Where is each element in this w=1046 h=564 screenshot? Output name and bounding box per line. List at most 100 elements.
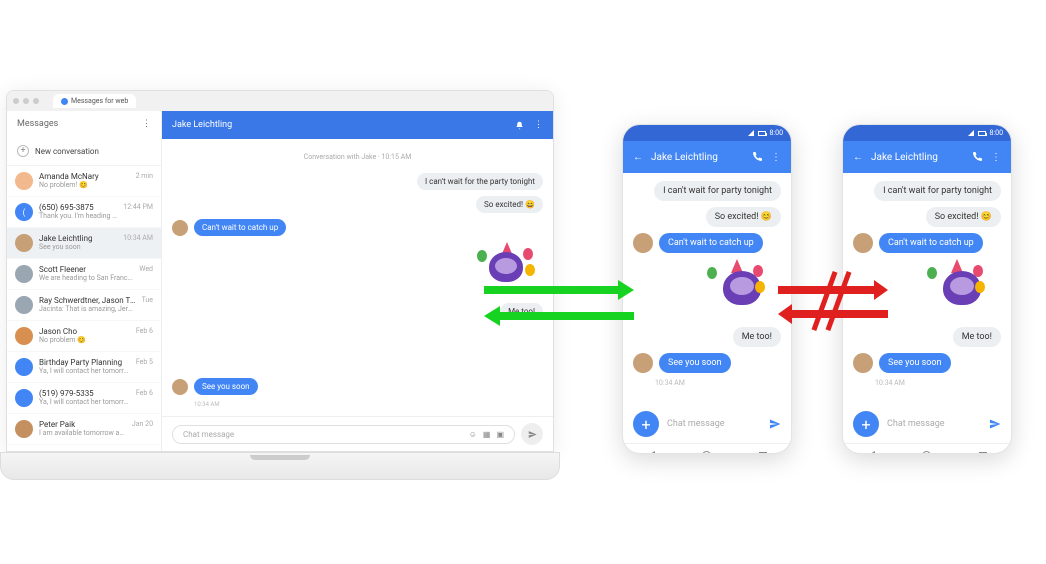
sticker-party-monster xyxy=(923,259,1001,321)
conversation-preview: See you soon xyxy=(39,243,117,251)
attach-button[interactable]: + xyxy=(853,411,879,437)
chat-header: ← Jake Leichtling ⋮ xyxy=(623,141,791,173)
conversation-time: Feb 6 xyxy=(136,327,153,335)
sticker-party-monster xyxy=(703,259,781,321)
send-icon[interactable] xyxy=(989,418,1001,430)
nav-back-icon[interactable] xyxy=(867,451,875,455)
image-icon[interactable]: ▣ xyxy=(496,430,504,439)
nav-back-icon[interactable] xyxy=(647,451,655,455)
conversation-item[interactable]: Peter PaikI am available tomorrow at 7PM… xyxy=(7,414,161,445)
bell-icon[interactable] xyxy=(515,121,524,130)
message-incoming: So excited! 😄 xyxy=(476,196,543,213)
avatar xyxy=(15,234,33,252)
blocked-slash-icon xyxy=(812,271,838,331)
conversation-item[interactable]: Amanda McNaryNo problem! 😊 2 min xyxy=(7,166,161,197)
send-icon[interactable] xyxy=(769,418,781,430)
conversation-name: (650) 695-3875 xyxy=(39,203,117,212)
browser-tab[interactable]: Messages for web xyxy=(53,94,136,108)
browser-tab-bar: Messages for web xyxy=(7,91,553,111)
message-incoming: So excited! 😊 xyxy=(706,207,781,227)
avatar xyxy=(15,172,33,190)
message-incoming: Me too! xyxy=(953,327,1001,347)
signal-icon xyxy=(968,130,974,136)
conversation-name: Jake Leichtling xyxy=(39,234,117,243)
status-time: 8:00 xyxy=(990,129,1004,137)
messages-app: Messages ⋮ + New conversation Amanda McN… xyxy=(7,111,553,451)
more-icon[interactable]: ⋮ xyxy=(991,152,1001,163)
nav-home-icon[interactable] xyxy=(922,451,931,454)
more-icon[interactable]: ⋮ xyxy=(771,152,781,163)
conversation-name: Amanda McNary xyxy=(39,172,130,181)
nav-recent-icon[interactable] xyxy=(759,452,767,455)
conversation-item[interactable]: Birthday Party PlanningYa, I will contac… xyxy=(7,352,161,383)
message-timestamp: 10:34 AM xyxy=(655,379,781,387)
composer-input[interactable]: Chat message xyxy=(887,419,981,429)
attach-button[interactable]: + xyxy=(633,411,659,437)
conversation-item[interactable]: Ray Schwerdtner, Jason TzouJacinta: That… xyxy=(7,290,161,321)
message-composer: + Chat message xyxy=(843,405,1011,443)
phone-device-2: 8:00 ← Jake Leichtling ⋮ I can't wait fo… xyxy=(842,124,1012,454)
gif-icon[interactable]: ▦ xyxy=(483,430,491,439)
conversation-preview: No problem! 😊 xyxy=(39,181,130,189)
nav-home-icon[interactable] xyxy=(702,451,711,454)
tab-favicon-icon xyxy=(61,98,68,105)
send-icon xyxy=(528,430,537,439)
back-icon[interactable]: ← xyxy=(853,152,863,163)
conversation-item[interactable]: Scott FleenerWe are heading to San Franc… xyxy=(7,259,161,290)
avatar xyxy=(853,353,873,373)
nav-recent-icon[interactable] xyxy=(979,452,987,455)
conversation-name: Birthday Party Planning xyxy=(39,358,130,367)
conversation-time: 10:34 AM xyxy=(123,234,153,242)
conversation-name: Scott Fleener xyxy=(39,265,133,274)
conversation-preview: Ya, I will contact her tomorrow :) xyxy=(39,367,130,375)
conversation-time: 2 min xyxy=(136,172,153,180)
message-incoming: I can't wait for party tonight xyxy=(654,181,781,201)
status-bar: 8:00 xyxy=(843,125,1011,141)
avatar xyxy=(633,353,653,373)
conversation-preview: We are heading to San Francisco xyxy=(39,274,133,282)
message-timestamp: 10:34 AM xyxy=(194,401,543,408)
avatar xyxy=(15,265,33,283)
tab-label: Messages for web xyxy=(71,97,128,105)
avatar xyxy=(172,220,188,236)
conversation-name: Peter Paik xyxy=(39,420,126,429)
avatar xyxy=(853,233,873,253)
composer-input[interactable]: Chat message xyxy=(667,419,761,429)
more-icon[interactable]: ⋮ xyxy=(142,119,151,129)
phone-icon[interactable] xyxy=(751,151,763,163)
chat-contact-name: Jake Leichtling xyxy=(651,152,718,163)
conversation-preview: Jacinta: That is amazing, Jeremy xyxy=(39,305,136,313)
message-outgoing: Can't wait to catch up xyxy=(659,233,763,253)
conversation-item[interactable]: Jason ChoNo problem 😊 Feb 6 xyxy=(7,321,161,352)
back-icon[interactable]: ← xyxy=(633,152,643,163)
new-conversation-button[interactable]: + New conversation xyxy=(7,137,161,166)
signal-icon xyxy=(748,130,754,136)
sidebar-title: Messages xyxy=(17,119,58,129)
chat-messages: I can't wait for party tonight So excite… xyxy=(623,173,791,405)
conversation-time: Feb 6 xyxy=(136,389,153,397)
composer-input[interactable]: Chat message ☺ ▦ ▣ xyxy=(172,425,515,444)
message-outgoing: Can't wait to catch up xyxy=(194,219,286,236)
conversation-item[interactable]: 333-33Your security code is: 03103 Jan 1… xyxy=(7,445,161,451)
phone-icon[interactable] xyxy=(971,151,983,163)
avatar xyxy=(15,296,33,314)
conversation-time: Wed xyxy=(139,265,153,273)
conversation-item-active[interactable]: Jake LeichtlingSee you soon 10:34 AM xyxy=(7,228,161,259)
conversation-item[interactable]: (519) 979-5335Ya, I will contact her tom… xyxy=(7,383,161,414)
message-timestamp: 10:34 AM xyxy=(875,379,1001,387)
conversation-preview: No problem 😊 xyxy=(39,336,130,344)
message-outgoing: See you soon xyxy=(194,378,258,395)
message-incoming: So excited! 😊 xyxy=(926,207,1001,227)
conversations-sidebar: Messages ⋮ + New conversation Amanda McN… xyxy=(7,111,162,451)
chat-messages: Conversation with Jake · 10:15 AM I can'… xyxy=(162,139,553,416)
window-dot xyxy=(23,98,29,104)
send-button[interactable] xyxy=(521,423,543,445)
plus-icon: + xyxy=(17,145,29,157)
laptop-device: Messages for web Messages ⋮ + New conver… xyxy=(0,90,560,480)
conversation-time: Tue xyxy=(142,296,153,304)
emoji-icon[interactable]: ☺ xyxy=(469,430,477,439)
chat-header: ← Jake Leichtling ⋮ xyxy=(843,141,1011,173)
more-icon[interactable]: ⋮ xyxy=(534,120,543,130)
conversation-item[interactable]: ( (650) 695-3875Thank you. I'm heading h… xyxy=(7,197,161,228)
avatar: ( xyxy=(15,203,33,221)
